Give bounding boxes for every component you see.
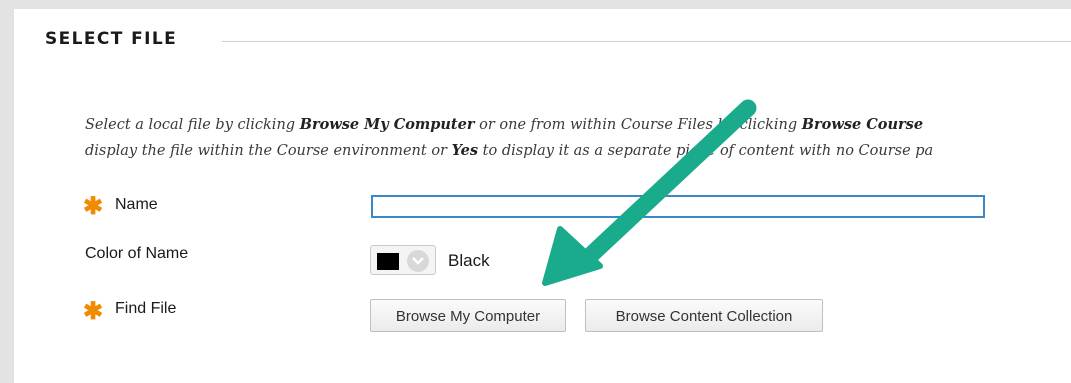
required-asterisk-icon: ✱ — [83, 298, 104, 325]
color-swatch — [377, 253, 399, 270]
section-divider — [222, 41, 1071, 42]
color-picker[interactable] — [370, 245, 436, 275]
color-value: Black — [448, 251, 490, 270]
browse-content-collection-button[interactable]: Browse Content Collection — [585, 299, 823, 332]
name-input[interactable] — [371, 195, 985, 218]
instructions-line-2: display the file within the Course envir… — [85, 142, 934, 159]
color-dropdown-button[interactable] — [407, 250, 429, 272]
instructions-line-1: Select a local file by clicking Browse M… — [85, 116, 924, 133]
instructions-text: Select a local file by clicking Browse M… — [85, 112, 1071, 164]
color-of-name-label: Color of Name — [85, 245, 189, 262]
select-file-panel: SELECT FILE Select a local file by click… — [14, 9, 1071, 383]
required-asterisk-icon: ✱ — [83, 193, 104, 220]
browse-my-computer-button[interactable]: Browse My Computer — [370, 299, 566, 332]
find-file-label: Find File — [115, 300, 177, 317]
section-title: SELECT FILE — [45, 29, 178, 49]
chevron-down-icon — [412, 257, 424, 265]
name-label: Name — [115, 196, 158, 213]
